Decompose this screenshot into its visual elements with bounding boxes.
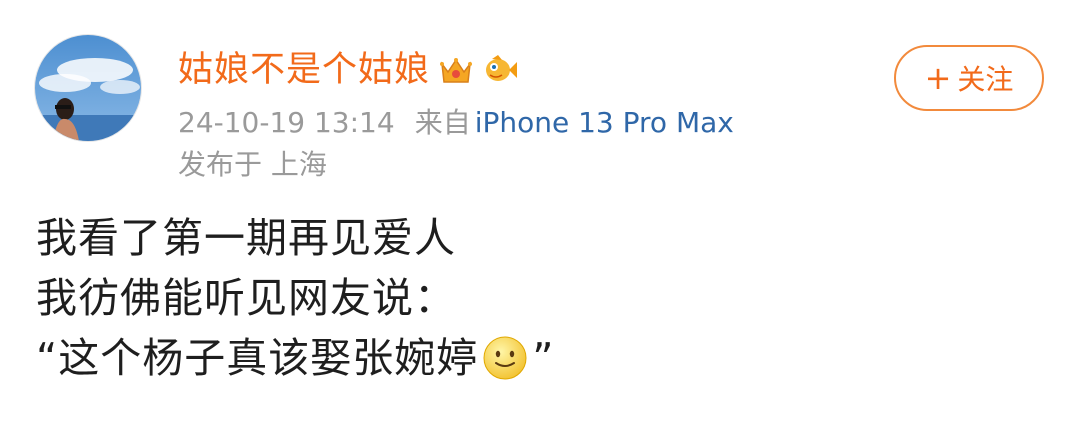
crown-badge-icon[interactable] (438, 52, 474, 88)
follow-label: 关注 (957, 63, 1014, 96)
avatar-photo (35, 35, 141, 141)
weibo-post: 姑娘不是个姑娘 24-10-19 13:14 来自 iPhone 13 Pro … (0, 0, 1080, 427)
follow-button[interactable]: + 关注 (894, 45, 1044, 111)
content-line: 我看了第一期再见爱人 (36, 214, 456, 262)
source-label: 来自 (414, 106, 471, 139)
post-meta: 24-10-19 13:14 来自 iPhone 13 Pro Max (178, 102, 734, 144)
username[interactable]: 姑娘不是个姑娘 (178, 44, 430, 96)
post-timestamp: 24-10-19 13:14 (178, 106, 395, 139)
content-line-with-emoji: “这个杨子真该娶张婉婷 ” (36, 328, 555, 388)
content-line: 我彷佛能听见网友说： (36, 274, 456, 322)
device-source-link[interactable]: iPhone 13 Pro Max (475, 102, 734, 144)
fish-badge-icon[interactable] (482, 52, 518, 88)
smile-emoji-icon (482, 335, 528, 381)
content-text: ” (532, 334, 555, 382)
post-content: 我看了第一期再见爱人 我彷佛能听见网友说： “这个杨子真该娶张婉婷 ” (36, 208, 555, 388)
plus-icon: + (924, 59, 952, 97)
post-location: 发布于 上海 (178, 148, 327, 181)
content-text: “这个杨子真该娶张婉婷 (36, 334, 479, 382)
avatar[interactable] (34, 34, 142, 142)
username-row: 姑娘不是个姑娘 (178, 44, 518, 96)
